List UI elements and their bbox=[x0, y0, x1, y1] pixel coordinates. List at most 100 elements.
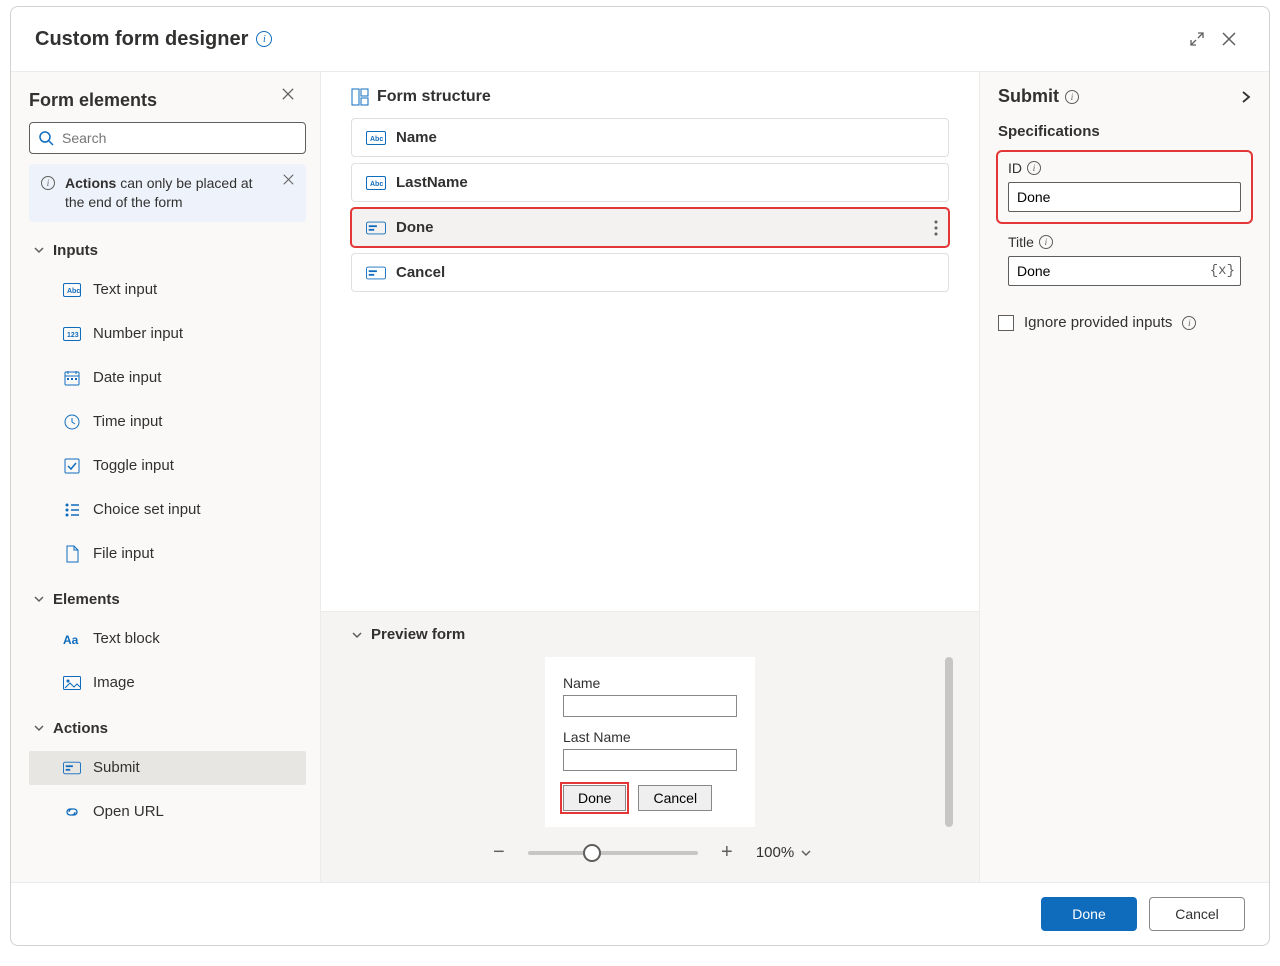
cancel-button[interactable]: Cancel bbox=[1149, 897, 1245, 931]
sidebar-item-submit[interactable]: Submit bbox=[29, 751, 306, 785]
sidebar-item-label: Open URL bbox=[93, 803, 164, 820]
submit-icon bbox=[63, 759, 81, 777]
search-field[interactable] bbox=[62, 130, 297, 146]
section-elements[interactable]: Elements bbox=[29, 581, 306, 612]
kebab-menu-icon[interactable] bbox=[934, 220, 938, 236]
right-panel-title: Submit bbox=[998, 86, 1059, 107]
svg-text:Abc: Abc bbox=[67, 288, 80, 295]
sidebar-item-number-input[interactable]: 123 Number input bbox=[29, 317, 306, 351]
preview-cancel-button[interactable]: Cancel bbox=[638, 785, 712, 811]
left-panel-title: Form elements bbox=[29, 90, 282, 111]
preview-header[interactable]: Preview form bbox=[351, 626, 949, 643]
zoom-out-button[interactable]: − bbox=[488, 841, 510, 864]
sidebar-item-label: Date input bbox=[93, 369, 161, 386]
structure-row-done[interactable]: Done bbox=[351, 208, 949, 247]
row-label: Done bbox=[396, 219, 434, 236]
section-label: Inputs bbox=[53, 242, 98, 259]
chevron-down-icon bbox=[33, 593, 45, 605]
id-input[interactable] bbox=[1008, 182, 1241, 212]
ignore-inputs-label: Ignore provided inputs bbox=[1024, 314, 1172, 331]
svg-text:Abc: Abc bbox=[370, 136, 383, 143]
expand-icon[interactable] bbox=[1181, 23, 1213, 55]
structure-title: Form structure bbox=[377, 88, 491, 106]
sidebar-item-time-input[interactable]: Time input bbox=[29, 405, 306, 439]
link-icon bbox=[63, 803, 81, 821]
sidebar-item-text-block[interactable]: Aa Text block bbox=[29, 622, 306, 656]
info-icon[interactable]: i bbox=[1027, 161, 1041, 175]
row-label: LastName bbox=[396, 174, 468, 191]
close-icon[interactable] bbox=[1213, 23, 1245, 55]
sidebar-item-toggle-input[interactable]: Toggle input bbox=[29, 449, 306, 483]
calendar-icon bbox=[63, 369, 81, 387]
chevron-down-icon bbox=[33, 244, 45, 256]
sidebar-item-label: Submit bbox=[93, 759, 140, 776]
section-actions[interactable]: Actions bbox=[29, 710, 306, 741]
submit-icon bbox=[366, 265, 386, 281]
chevron-right-icon[interactable] bbox=[1241, 90, 1251, 104]
chevron-down-icon[interactable] bbox=[800, 847, 812, 859]
section-label: Elements bbox=[53, 591, 120, 608]
structure-row-name[interactable]: Abc Name bbox=[351, 118, 949, 157]
id-label: ID bbox=[1008, 160, 1022, 176]
preview-done-button[interactable]: Done bbox=[563, 785, 626, 811]
chevron-down-icon bbox=[351, 629, 363, 641]
preview-title: Preview form bbox=[371, 626, 465, 643]
title-input[interactable] bbox=[1008, 256, 1241, 286]
sidebar-item-label: Toggle input bbox=[93, 457, 174, 474]
sidebar-item-label: Number input bbox=[93, 325, 183, 342]
row-label: Cancel bbox=[396, 264, 445, 281]
sidebar-item-file-input[interactable]: File input bbox=[29, 537, 306, 571]
clock-icon bbox=[63, 413, 81, 431]
sidebar-item-image[interactable]: Image bbox=[29, 666, 306, 700]
specifications-title: Specifications bbox=[998, 123, 1251, 140]
submit-icon bbox=[366, 220, 386, 236]
search-input[interactable] bbox=[29, 122, 306, 154]
text-icon: Aa bbox=[63, 630, 81, 648]
sidebar-item-label: Choice set input bbox=[93, 501, 201, 518]
sidebar-item-label: Text block bbox=[93, 630, 160, 647]
search-icon bbox=[38, 130, 54, 146]
token-icon[interactable]: {x} bbox=[1210, 263, 1235, 279]
sidebar-item-date-input[interactable]: Date input bbox=[29, 361, 306, 395]
form-structure-icon bbox=[351, 88, 369, 106]
section-inputs[interactable]: Inputs bbox=[29, 232, 306, 263]
zoom-value: 100% bbox=[756, 844, 794, 861]
notice-bold: Actions bbox=[65, 175, 116, 191]
done-button[interactable]: Done bbox=[1041, 897, 1137, 931]
info-icon[interactable]: i bbox=[256, 31, 272, 47]
section-label: Actions bbox=[53, 720, 108, 737]
info-icon[interactable]: i bbox=[1039, 235, 1053, 249]
preview-name-label: Name bbox=[563, 675, 737, 691]
preview-scrollbar[interactable] bbox=[943, 657, 953, 834]
info-icon: i bbox=[41, 176, 55, 190]
file-icon bbox=[63, 545, 81, 563]
row-label: Name bbox=[396, 129, 437, 146]
info-icon[interactable]: i bbox=[1182, 316, 1196, 330]
text-input-icon: Abc bbox=[366, 175, 386, 191]
sidebar-item-label: Text input bbox=[93, 281, 157, 298]
preview-name-input[interactable] bbox=[563, 695, 737, 717]
title-label: Title bbox=[1008, 234, 1034, 250]
text-input-icon: Abc bbox=[63, 281, 81, 299]
structure-row-lastname[interactable]: Abc LastName bbox=[351, 163, 949, 202]
title-field-block: Titlei {x} bbox=[998, 234, 1251, 296]
ignore-inputs-checkbox[interactable] bbox=[998, 315, 1014, 331]
svg-text:Aa: Aa bbox=[63, 633, 79, 646]
dialog-title: Custom form designer bbox=[35, 28, 248, 51]
chevron-down-icon bbox=[33, 722, 45, 734]
image-icon bbox=[63, 674, 81, 692]
preview-lastname-input[interactable] bbox=[563, 749, 737, 771]
list-icon bbox=[63, 501, 81, 519]
id-field-block: ID i bbox=[998, 152, 1251, 222]
sidebar-item-text-input[interactable]: Abc Text input bbox=[29, 273, 306, 307]
checkbox-icon bbox=[63, 457, 81, 475]
number-input-icon: 123 bbox=[63, 325, 81, 343]
structure-row-cancel[interactable]: Cancel bbox=[351, 253, 949, 292]
sidebar-item-open-url[interactable]: Open URL bbox=[29, 795, 306, 829]
zoom-in-button[interactable]: + bbox=[716, 841, 738, 864]
sidebar-item-choice-set-input[interactable]: Choice set input bbox=[29, 493, 306, 527]
close-icon[interactable] bbox=[283, 174, 294, 185]
close-icon[interactable] bbox=[282, 88, 306, 112]
zoom-slider[interactable] bbox=[528, 851, 698, 855]
info-icon[interactable]: i bbox=[1065, 90, 1079, 104]
